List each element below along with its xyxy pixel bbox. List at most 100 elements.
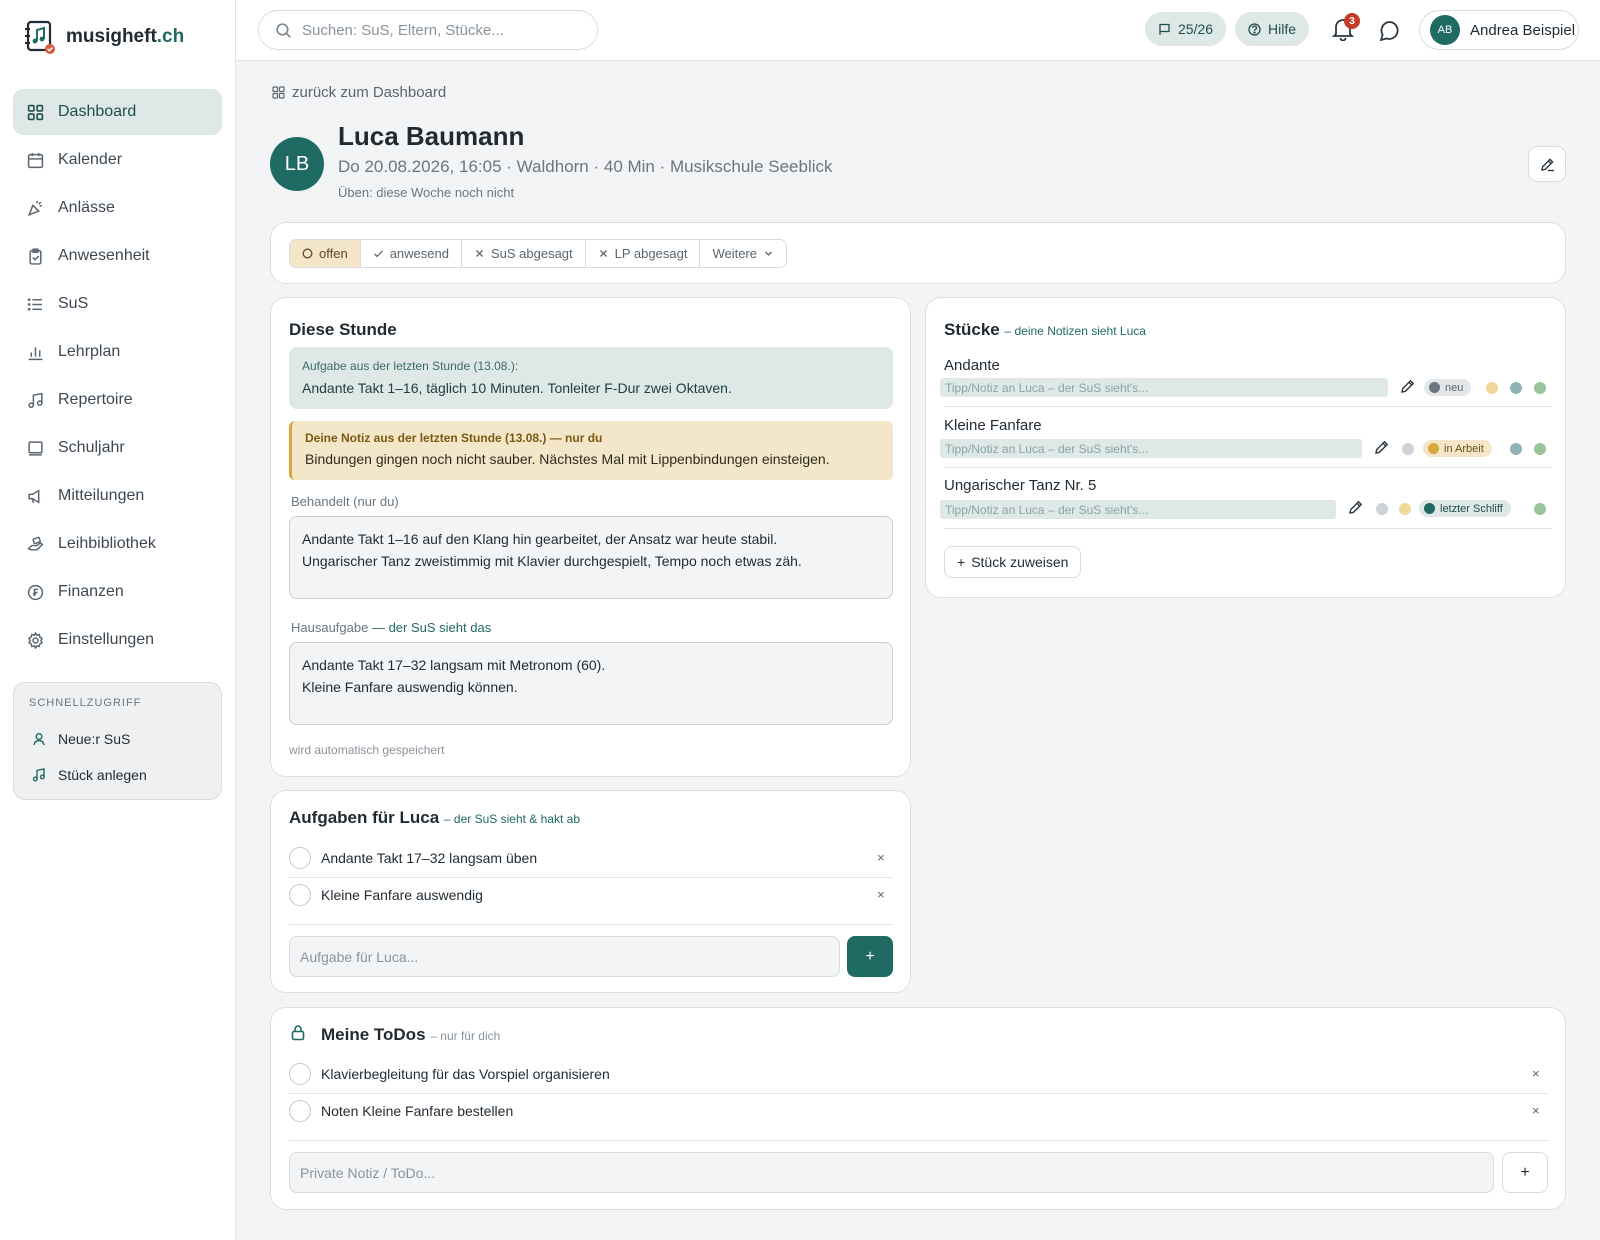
sidebar-item-label: Dashboard <box>58 103 137 120</box>
assign-piece-button[interactable]: + Stück zuweisen <box>944 546 1082 578</box>
sidebar-item-anlaesse[interactable]: Anlässe <box>13 185 222 231</box>
sidebar-item-leihbibliothek[interactable]: Leihbibliothek <box>13 521 222 567</box>
piece-note-input[interactable]: Tipp/Notiz an Luca – der SuS sieht's... <box>940 378 1388 397</box>
status-badge-in-arbeit[interactable]: in Arbeit <box>1423 440 1492 457</box>
homework-line: Kleine Fanfare auswendig können. <box>302 679 518 695</box>
status-dot-fertig[interactable] <box>1534 443 1546 455</box>
remove-todo-button[interactable]: × <box>1532 1103 1540 1118</box>
brand-name: musigheft.ch <box>66 26 185 47</box>
grid-icon <box>27 104 44 120</box>
piece-note-input[interactable]: Tipp/Notiz an Luca – der SuS sieht's... <box>940 500 1336 519</box>
task-text: Andante Takt 17–32 langsam üben <box>321 850 538 866</box>
pieces-hint: – deine Notizen sieht Luca <box>1004 324 1146 338</box>
user-menu[interactable]: AB Andrea Beispiel <box>1419 10 1579 50</box>
list-item: Noten Kleine Fanfare bestellen <box>289 1093 513 1129</box>
sidebar-item-sus[interactable]: SuS <box>13 281 222 327</box>
piece-name: Andante <box>944 357 1000 374</box>
pencil-icon[interactable] <box>1348 499 1364 515</box>
new-task-input[interactable]: Aufgabe für Luca... <box>289 936 840 977</box>
covered-line: Andante Takt 1–16 auf den Klang hin gear… <box>302 531 778 547</box>
status-present-button[interactable]: anwesend <box>360 240 462 267</box>
music-note-icon <box>28 392 43 408</box>
status-open-button[interactable]: offen <box>290 240 361 267</box>
logo[interactable]: musigheft.ch <box>24 20 184 54</box>
pencil-icon[interactable] <box>1374 439 1390 455</box>
pieces-title: Stücke <box>944 320 1000 339</box>
help-button[interactable]: Hilfe <box>1235 12 1310 46</box>
attendance-status-card: offen anwesend SuS abgesagt LP abgesagt … <box>270 222 1566 284</box>
status-label: anwesend <box>389 246 449 261</box>
add-task-button[interactable]: + <box>847 936 893 977</box>
sidebar-item-einstellungen[interactable]: Einstellungen <box>13 617 222 663</box>
lesson-card: Diese Stunde Aufgabe aus der letzten Stu… <box>270 297 911 777</box>
pieces-card: Stücke – deine Notizen sieht Luca Andant… <box>925 297 1566 598</box>
remove-task-button[interactable]: × <box>877 850 885 865</box>
status-badge-neu[interactable]: neu <box>1424 379 1472 396</box>
task-checkbox[interactable] <box>289 884 311 906</box>
tasks-title: Aufgaben für Luca <box>289 808 440 827</box>
add-todo-button[interactable]: + <box>1502 1152 1548 1193</box>
piece-note-input[interactable]: Tipp/Notiz an Luca – der SuS sieht's... <box>940 439 1362 458</box>
search-icon <box>276 22 291 38</box>
grid-icon <box>272 86 285 99</box>
todos-card-title: Meine ToDos – nur für dich <box>321 1025 500 1045</box>
status-dot-letzter-schliff[interactable] <box>1510 382 1522 394</box>
pencil-icon[interactable] <box>1400 378 1416 394</box>
status-dot-neu[interactable] <box>1402 443 1414 455</box>
remove-todo-button[interactable]: × <box>1532 1066 1540 1081</box>
status-dot-neu[interactable] <box>1376 503 1388 515</box>
sidebar-item-lehrplan[interactable]: Lehrplan <box>13 329 222 375</box>
student-avatar: LB <box>270 137 324 191</box>
sidebar-item-label: Leihbibliothek <box>58 535 156 552</box>
covered-line: Ungarischer Tanz zweistimmig mit Klavier… <box>302 553 802 569</box>
status-dot-in-arbeit[interactable] <box>1399 503 1411 515</box>
divider <box>289 924 893 925</box>
homework-hint: — der SuS sieht das <box>371 620 492 635</box>
todo-checkbox[interactable] <box>289 1063 311 1085</box>
sidebar-item-dashboard[interactable]: Dashboard <box>13 89 222 135</box>
sidebar-item-finanzen[interactable]: Finanzen <box>13 569 222 615</box>
status-more-dropdown[interactable]: Weitere <box>700 240 786 267</box>
status-teacher-cancelled-button[interactable]: LP abgesagt <box>585 240 701 267</box>
last-note-text: Bindungen gingen noch nicht sauber. Näch… <box>305 451 830 467</box>
party-icon <box>27 200 43 216</box>
homework-textarea[interactable]: Andante Takt 17–32 langsam mit Metronom … <box>289 642 893 725</box>
status-dot <box>1429 382 1440 393</box>
todos-hint: – nur für dich <box>430 1029 501 1043</box>
new-todo-input[interactable]: Private Notiz / ToDo... <box>289 1152 1494 1193</box>
sidebar-item-label: SuS <box>58 295 89 312</box>
sidebar-item-label: Anwesenheit <box>58 247 150 264</box>
sidebar-item-anwesenheit[interactable]: Anwesenheit <box>13 233 222 279</box>
covered-textarea[interactable]: Andante Takt 1–16 auf den Klang hin gear… <box>289 516 893 599</box>
music-note-icon <box>32 768 45 782</box>
remove-task-button[interactable]: × <box>877 887 885 902</box>
quick-add-piece[interactable]: Stück anlegen <box>29 757 221 793</box>
sidebar-item-mitteilungen[interactable]: Mitteilungen <box>13 473 222 519</box>
sidebar-item-repertoire[interactable]: Repertoire <box>13 377 222 423</box>
status-badge-letzter-schliff[interactable]: letzter Schliff <box>1419 500 1511 517</box>
sidebar-item-schuljahr[interactable]: Schuljahr <box>13 425 222 471</box>
status-dot-fertig[interactable] <box>1534 503 1546 515</box>
edit-lesson-button[interactable] <box>1528 146 1566 182</box>
list-item: Andante Takt 17–32 langsam üben <box>289 840 537 876</box>
x-icon <box>476 250 483 257</box>
book-icon <box>28 440 43 456</box>
status-dot-in-arbeit[interactable] <box>1486 382 1498 394</box>
lock-icon <box>291 1025 305 1041</box>
back-link[interactable]: zurück zum Dashboard <box>272 84 446 101</box>
quick-new-student[interactable]: Neue:r SuS <box>29 721 221 757</box>
status-dot-fertig[interactable] <box>1534 382 1546 394</box>
last-task-text: Andante Takt 1–16, täglich 10 Minuten. T… <box>302 380 732 396</box>
quick-access-panel: SCHNELLZUGRIFF Neue:r SuS Stück anlegen <box>13 682 222 800</box>
school-year-button[interactable]: 25/26 <box>1145 12 1227 46</box>
chat-icon[interactable] <box>1379 20 1401 42</box>
search-input[interactable]: Suchen: SuS, Eltern, Stücke... <box>258 10 598 50</box>
status-student-cancelled-button[interactable]: SuS abgesagt <box>461 240 586 267</box>
todo-checkbox[interactable] <box>289 1100 311 1122</box>
sidebar-item-label: Repertoire <box>58 391 133 408</box>
status-dot-letzter-schliff[interactable] <box>1510 443 1522 455</box>
back-link-label: zurück zum Dashboard <box>292 84 447 101</box>
task-checkbox[interactable] <box>289 847 311 869</box>
sidebar-item-kalender[interactable]: Kalender <box>13 137 222 183</box>
notification-badge: 3 <box>1344 13 1360 29</box>
